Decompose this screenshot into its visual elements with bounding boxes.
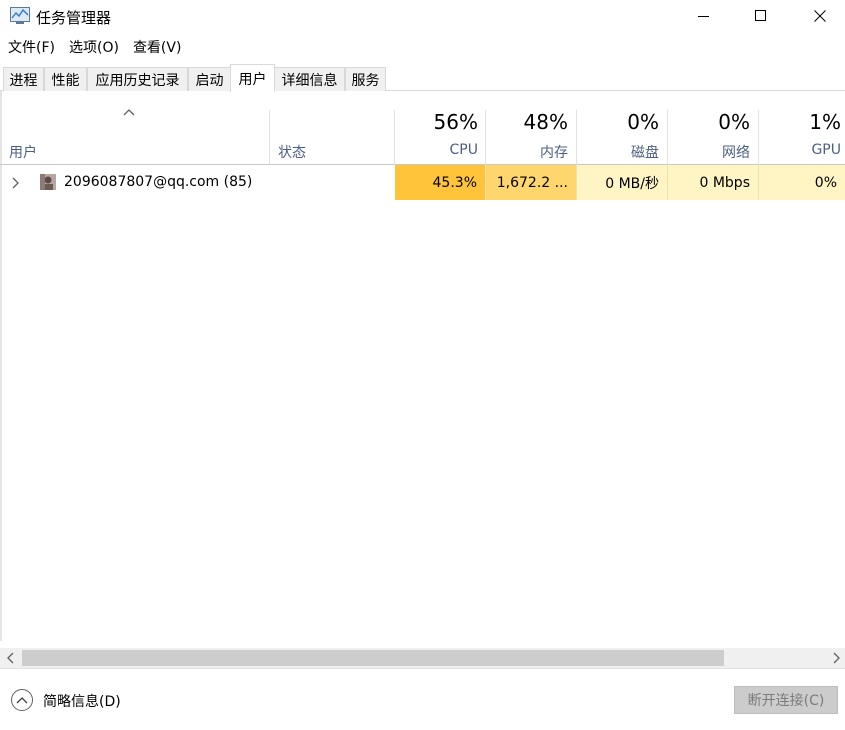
header-status[interactable]: 状态 — [278, 142, 306, 162]
horizontal-scrollbar[interactable] — [0, 648, 845, 668]
gpu-cell: 0% — [759, 165, 845, 200]
network-cell: 0 Mbps — [668, 165, 759, 200]
column-header: 用户 状态 56% CPU 48% 内存 0% 磁盘 0% 网络 1% GPU — [0, 92, 845, 165]
close-icon — [814, 10, 826, 22]
memory-cell: 1,672.2 ... — [486, 165, 577, 200]
user-avatar-icon — [40, 174, 56, 190]
tab-strip: 进程 性能 应用历史记录 启动 用户 详细信息 服务 — [0, 64, 845, 92]
minimize-icon — [698, 16, 709, 17]
header-disk[interactable]: 磁盘 — [577, 142, 659, 162]
window-title: 任务管理器 — [36, 9, 112, 27]
menu-options[interactable]: 选项(O) — [62, 36, 126, 60]
scroll-left-icon[interactable] — [7, 652, 15, 664]
header-disk-percent[interactable]: 0% — [577, 110, 659, 134]
disk-cell: 0 MB/秒 — [577, 165, 668, 200]
header-network[interactable]: 网络 — [668, 142, 750, 162]
task-manager-icon — [10, 7, 30, 24]
scroll-right-icon[interactable] — [833, 652, 841, 664]
tab-performance[interactable]: 性能 — [44, 67, 87, 91]
fewer-details-link[interactable]: 简略信息(D) — [43, 691, 121, 711]
close-button[interactable] — [790, 0, 845, 32]
maximize-button[interactable] — [731, 0, 791, 32]
header-network-percent[interactable]: 0% — [668, 110, 750, 134]
tab-users[interactable]: 用户 — [230, 64, 275, 92]
user-name: 2096087807@qq.com (85) — [64, 174, 253, 190]
menu-bar: 文件(F) 选项(O) 查看(V) — [0, 36, 845, 60]
header-cpu-percent[interactable]: 56% — [395, 110, 478, 134]
header-gpu-percent[interactable]: 1% — [759, 110, 841, 134]
header-memory[interactable]: 内存 — [486, 142, 568, 162]
disconnect-button[interactable]: 断开连接(C) — [734, 686, 838, 714]
header-cpu[interactable]: CPU — [395, 142, 478, 158]
tab-processes[interactable]: 进程 — [3, 67, 44, 91]
scrollbar-thumb[interactable] — [22, 650, 724, 666]
collapse-icon[interactable] — [11, 689, 33, 711]
cpu-cell: 45.3% — [395, 165, 486, 200]
header-user[interactable]: 用户 — [9, 142, 37, 162]
tab-startup[interactable]: 启动 — [188, 67, 231, 91]
minimize-button[interactable] — [674, 0, 734, 32]
header-gpu[interactable]: GPU — [759, 142, 841, 158]
table-row[interactable]: 2096087807@qq.com (85) 45.3% 1,672.2 ...… — [0, 165, 845, 200]
tab-app-history[interactable]: 应用历史记录 — [87, 67, 188, 91]
sort-up-icon[interactable] — [123, 108, 135, 116]
column-divider — [269, 110, 270, 165]
tab-details[interactable]: 详细信息 — [274, 67, 345, 91]
tab-services[interactable]: 服务 — [345, 67, 386, 91]
maximize-icon — [755, 10, 766, 21]
menu-view[interactable]: 查看(V) — [126, 36, 189, 60]
title-bar: 任务管理器 — [0, 0, 845, 34]
footer-bar: 简略信息(D) 断开连接(C) — [0, 668, 845, 730]
chevron-right-icon[interactable] — [12, 177, 20, 189]
menu-file[interactable]: 文件(F) — [0, 36, 62, 60]
header-memory-percent[interactable]: 48% — [486, 110, 568, 134]
